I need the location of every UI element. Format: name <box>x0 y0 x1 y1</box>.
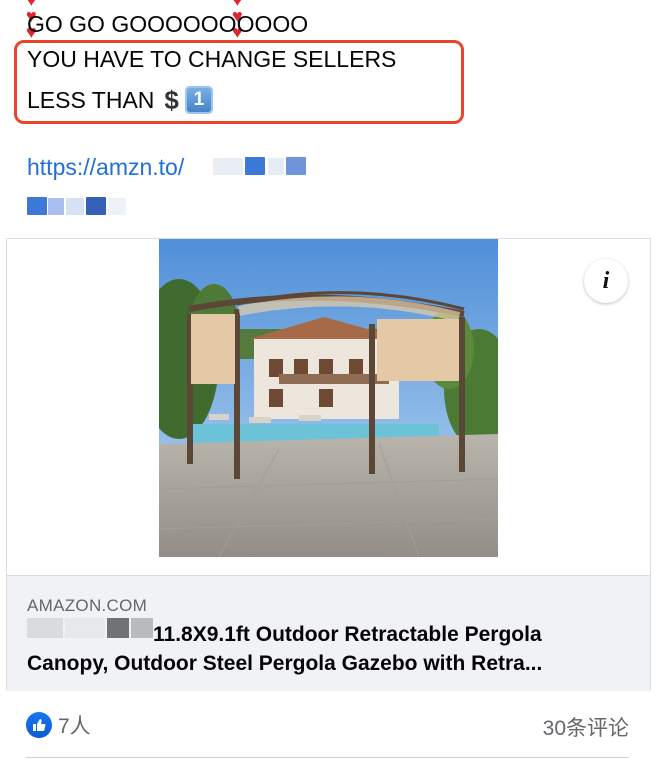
redacted-link-part <box>286 157 306 175</box>
info-icon[interactable]: i <box>584 259 628 303</box>
redacted-title-part <box>65 618 105 638</box>
amazon-short-link[interactable]: https://amzn.to/ <box>27 154 184 181</box>
redacted-title-part <box>27 618 63 638</box>
like-icon <box>26 712 52 738</box>
redacted-link-part <box>245 157 265 175</box>
post-text-line-1: GO GO GOOOOOOOOOO <box>27 11 309 37</box>
redacted-link-part <box>27 197 47 215</box>
product-image[interactable] <box>159 239 498 557</box>
link-title-line-1: 11.8X9.1ft Outdoor Retractable Pergola <box>153 623 542 646</box>
redacted-link-part <box>268 158 284 175</box>
redacted-link-part <box>48 198 64 215</box>
link-domain: AMAZON.COM <box>27 596 148 615</box>
redacted-title-part <box>107 618 129 638</box>
redacted-link-part <box>108 198 126 215</box>
comment-count[interactable]: 30条评论 <box>543 712 629 742</box>
redacted-link-part <box>66 198 84 215</box>
reaction-count: 7人 <box>58 715 91 738</box>
divider <box>26 757 629 758</box>
redacted-link-part <box>86 197 106 215</box>
redacted-title-part <box>131 618 153 638</box>
card-link-footer[interactable]: AMAZON.COM 11.8X9.1ft Outdoor Retractabl… <box>7 575 650 691</box>
link-preview-card[interactable]: i AMAZON.COM 11.8X9.1ft Outdoor Retracta… <box>6 238 651 691</box>
reaction-summary[interactable]: 7人 <box>26 710 91 740</box>
red-highlight-annotation <box>14 40 464 124</box>
redacted-link-part <box>213 158 243 175</box>
link-title-line-2: Canopy, Outdoor Steel Pergola Gazebo wit… <box>27 652 543 675</box>
